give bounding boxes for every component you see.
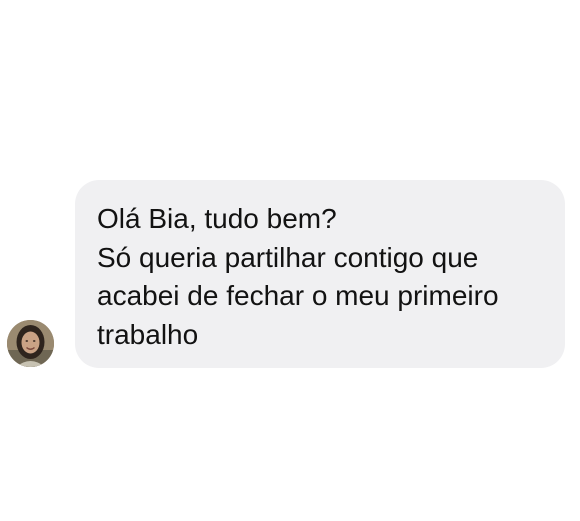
message-line: Olá Bia, tudo bem? xyxy=(97,203,337,234)
chat-screen: Olá Bia, tudo bem? Só queria partilhar c… xyxy=(0,0,580,521)
message-line: trabalho xyxy=(97,318,199,350)
message-line: acabei de fechar o meu primeiro xyxy=(97,280,499,311)
incoming-message-row: Olá Bia, tudo bem? Só queria partilhar c… xyxy=(0,0,580,521)
message-line: Só queria partilhar contigo que xyxy=(97,241,479,273)
message-text: Olá Bia, tudo bem? Só queria partilhar c… xyxy=(97,200,543,354)
sender-avatar[interactable] xyxy=(7,320,54,367)
message-bubble[interactable]: Olá Bia, tudo bem? Só queria partilhar c… xyxy=(75,180,565,368)
user-avatar-photo-icon xyxy=(7,320,54,367)
